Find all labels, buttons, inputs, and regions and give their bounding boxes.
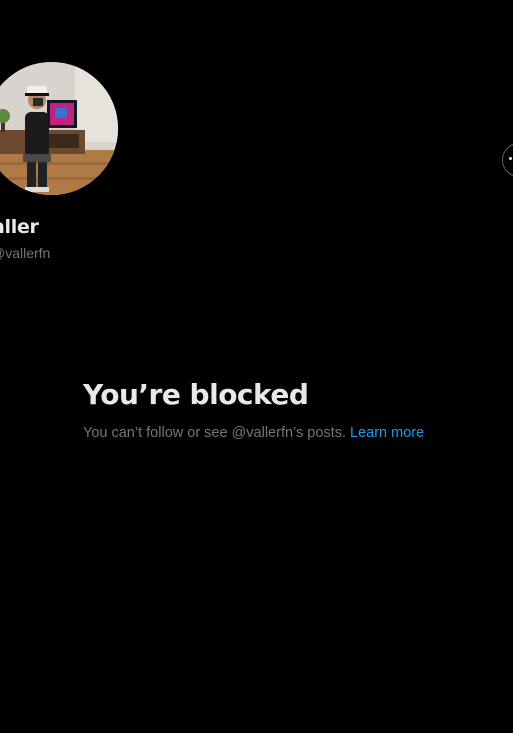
profile-handle: @vallerfn — [0, 245, 51, 261]
more-options-icon — [509, 157, 512, 160]
blocked-title: You’re blocked — [83, 378, 309, 411]
more-options-button[interactable] — [502, 143, 513, 177]
avatar-photo — [0, 62, 118, 195]
profile-page: aller @vallerfn You’re blocked You can’t… — [0, 0, 513, 733]
profile-avatar[interactable] — [0, 62, 118, 195]
blocked-description-text: You can’t follow or see @vallerfn’s post… — [83, 425, 346, 441]
profile-display-name: aller — [0, 216, 39, 238]
blocked-description: You can’t follow or see @vallerfn’s post… — [83, 425, 424, 441]
learn-more-link[interactable]: Learn more — [350, 425, 424, 441]
